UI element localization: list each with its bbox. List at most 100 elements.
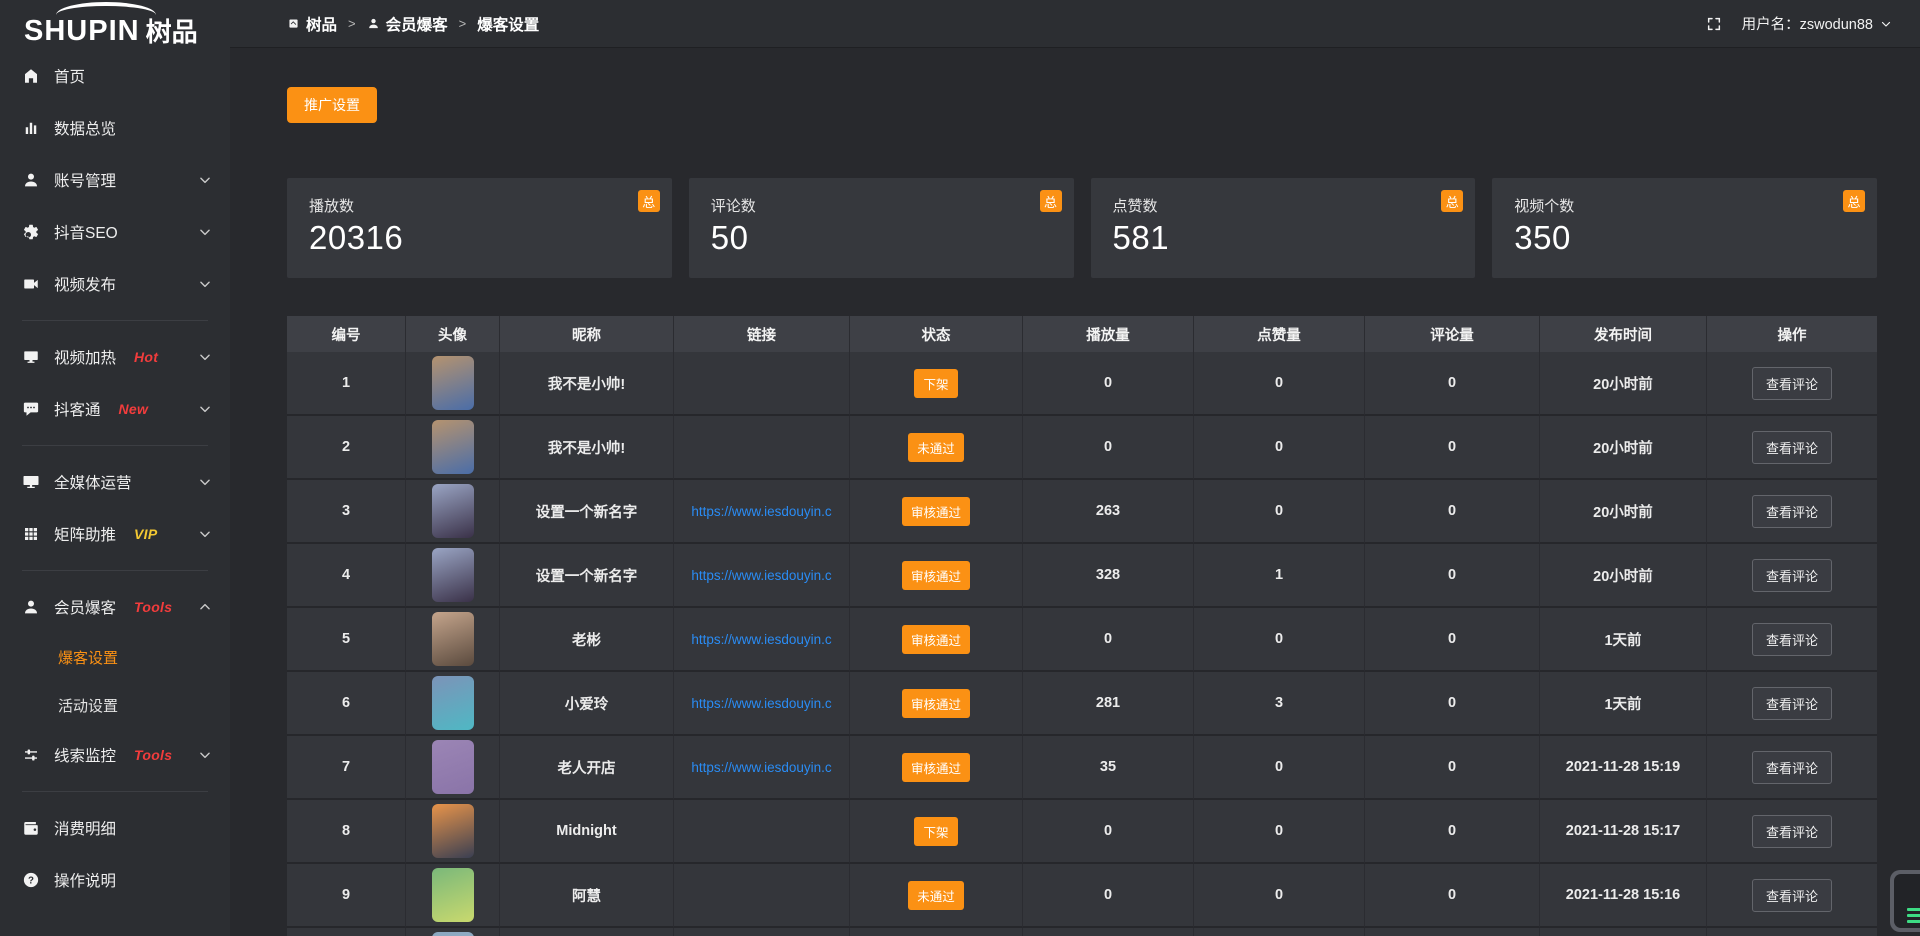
sidebar-item-label: 账号管理 xyxy=(54,169,116,191)
like-count: 3 xyxy=(1194,672,1365,736)
avatar-cell xyxy=(406,352,500,416)
sidebar-item-label: 会员爆客 xyxy=(54,596,116,618)
user-area: 用户名：zswodun88 xyxy=(1706,13,1892,34)
status-cell: 审核通过 xyxy=(850,608,1023,672)
sidebar-item-matrix-boost[interactable]: 矩阵助推VIP xyxy=(0,508,230,560)
user-icon xyxy=(22,598,40,616)
table-header: 编号头像昵称链接状态播放量点赞量评论量发布时间操作 xyxy=(287,316,1877,352)
question-icon xyxy=(22,871,40,889)
sidebar-item-douketong[interactable]: 抖客通New xyxy=(0,383,230,435)
video-link[interactable]: https://www.iesdouyin.c xyxy=(691,760,831,775)
view-comments-button[interactable]: 查看评论 xyxy=(1752,495,1832,528)
table-row: 2我不是小帅!未通过00020小时前查看评论 xyxy=(287,416,1877,480)
sidebar-item-video-heat[interactable]: 视频加热Hot xyxy=(0,331,230,383)
status-cell: 审核通过 xyxy=(850,480,1023,544)
sidebar-item-douyin-seo[interactable]: 抖音SEO xyxy=(0,206,230,258)
avatar xyxy=(432,804,474,858)
avatar xyxy=(432,612,474,666)
sidebar-item-clue-monitor[interactable]: 线索监控Tools xyxy=(0,729,230,781)
sidebar-item-label: 抖客通 xyxy=(54,398,101,420)
fullscreen-icon[interactable] xyxy=(1706,16,1722,32)
avatar xyxy=(432,676,474,730)
view-comments-button[interactable]: 查看评论 xyxy=(1752,623,1832,656)
view-comments-button[interactable]: 查看评论 xyxy=(1752,751,1832,784)
sidebar-item-badge: Hot xyxy=(134,349,158,365)
row-number: 7 xyxy=(287,736,406,800)
sidebar-item-label: 视频发布 xyxy=(54,273,116,295)
sidebar-item-consume-detail[interactable]: 消费明细 xyxy=(0,802,230,854)
sidebar-item-member-baoke[interactable]: 会员爆客Tools xyxy=(0,581,230,633)
avatar-cell xyxy=(406,416,500,480)
sidebar-item-home[interactable]: 首页 xyxy=(0,50,230,102)
link-cell xyxy=(674,800,850,864)
sidebar-item-data-overview[interactable]: 数据总览 xyxy=(0,102,230,154)
link-cell: https://www.iesdouyin.c xyxy=(674,736,850,800)
row-number: 5 xyxy=(287,608,406,672)
view-comments-button[interactable]: 查看评论 xyxy=(1752,431,1832,464)
user-menu[interactable]: 用户名：zswodun88 xyxy=(1742,13,1892,34)
sidebar-item-media-operation[interactable]: 全媒体运营 xyxy=(0,456,230,508)
sliders-icon xyxy=(22,746,40,764)
stat-card-likes: 点赞数581总 xyxy=(1091,178,1476,278)
stat-value: 350 xyxy=(1514,219,1877,257)
avatar xyxy=(432,740,474,794)
status-badge: 审核通过 xyxy=(902,625,970,654)
sidebar-item-video-publish[interactable]: 视频发布 xyxy=(0,258,230,310)
view-comments-button[interactable]: 查看评论 xyxy=(1752,815,1832,848)
breadcrumb-label: 爆客设置 xyxy=(477,13,539,35)
sidebar-item-label: 抖音SEO xyxy=(54,221,118,243)
sidebar-item-label: 矩阵助推 xyxy=(54,523,116,545)
stat-card-comments: 评论数50总 xyxy=(689,178,1074,278)
breadcrumb-separator: > xyxy=(348,16,356,31)
video-link[interactable]: https://www.iesdouyin.c xyxy=(691,568,831,583)
stat-label: 播放数 xyxy=(309,195,672,216)
view-comments-button[interactable]: 查看评论 xyxy=(1752,559,1832,592)
promo-settings-button[interactable]: 推广设置 xyxy=(287,87,377,123)
publish-time: 20小时前 xyxy=(1540,480,1707,544)
video-link[interactable]: https://www.iesdouyin.c xyxy=(691,696,831,711)
column-header: 编号 xyxy=(287,316,406,352)
link-cell: https://www.iesdouyin.c xyxy=(674,672,850,736)
sidebar-subitem-baoke-setting[interactable]: 爆客设置 xyxy=(0,633,230,681)
stat-value: 581 xyxy=(1113,219,1476,257)
sidebar-item-account-manage[interactable]: 账号管理 xyxy=(0,154,230,206)
like-count: 0 xyxy=(1194,608,1365,672)
wallet-icon xyxy=(22,819,40,837)
floating-widget[interactable] xyxy=(1890,870,1920,932)
like-count: 0 xyxy=(1194,736,1365,800)
breadcrumb: 树品>会员爆客>爆客设置 xyxy=(287,13,539,35)
breadcrumb-item[interactable]: 会员爆客 xyxy=(367,13,448,35)
column-header: 状态 xyxy=(850,316,1023,352)
video-link[interactable]: https://www.iesdouyin.c xyxy=(691,632,831,647)
view-comments-button[interactable]: 查看评论 xyxy=(1752,687,1832,720)
view-comments-button[interactable]: 查看评论 xyxy=(1752,367,1832,400)
gear-icon xyxy=(22,223,40,241)
column-header: 昵称 xyxy=(500,316,674,352)
video-icon xyxy=(22,275,40,293)
chevron-down-icon xyxy=(198,277,212,291)
status-cell xyxy=(850,928,1023,936)
publish-time: 20小时前 xyxy=(1540,416,1707,480)
square-icon xyxy=(287,17,300,30)
stats-row: 播放数20316总评论数50总点赞数581总视频个数350总 xyxy=(287,178,1877,278)
link-cell: https://www.iesdouyin.c xyxy=(674,544,850,608)
sidebar-divider xyxy=(22,570,208,571)
chevron-down-icon xyxy=(198,527,212,541)
view-comments-button[interactable]: 查看评论 xyxy=(1752,879,1832,912)
publish-time: 1天前 xyxy=(1540,672,1707,736)
sidebar-item-operation-guide[interactable]: 操作说明 xyxy=(0,854,230,906)
breadcrumb-item[interactable]: 树品 xyxy=(287,13,337,35)
breadcrumb-item[interactable]: 爆客设置 xyxy=(477,13,539,35)
avatar xyxy=(432,484,474,538)
column-header: 点赞量 xyxy=(1194,316,1365,352)
play-count: 281 xyxy=(1023,672,1194,736)
publish-time: 20小时前 xyxy=(1540,544,1707,608)
action-cell: 查看评论 xyxy=(1707,672,1877,736)
table-row: 3设置一个新名字https://www.iesdouyin.c审核通过26300… xyxy=(287,480,1877,544)
sidebar-subitem-activity-setting[interactable]: 活动设置 xyxy=(0,681,230,729)
video-link[interactable]: https://www.iesdouyin.c xyxy=(691,504,831,519)
chevron-down-icon xyxy=(198,225,212,239)
sidebar-item-label: 数据总览 xyxy=(54,117,116,139)
like-count: 1 xyxy=(1194,544,1365,608)
floating-widget-bar xyxy=(1907,914,1920,917)
